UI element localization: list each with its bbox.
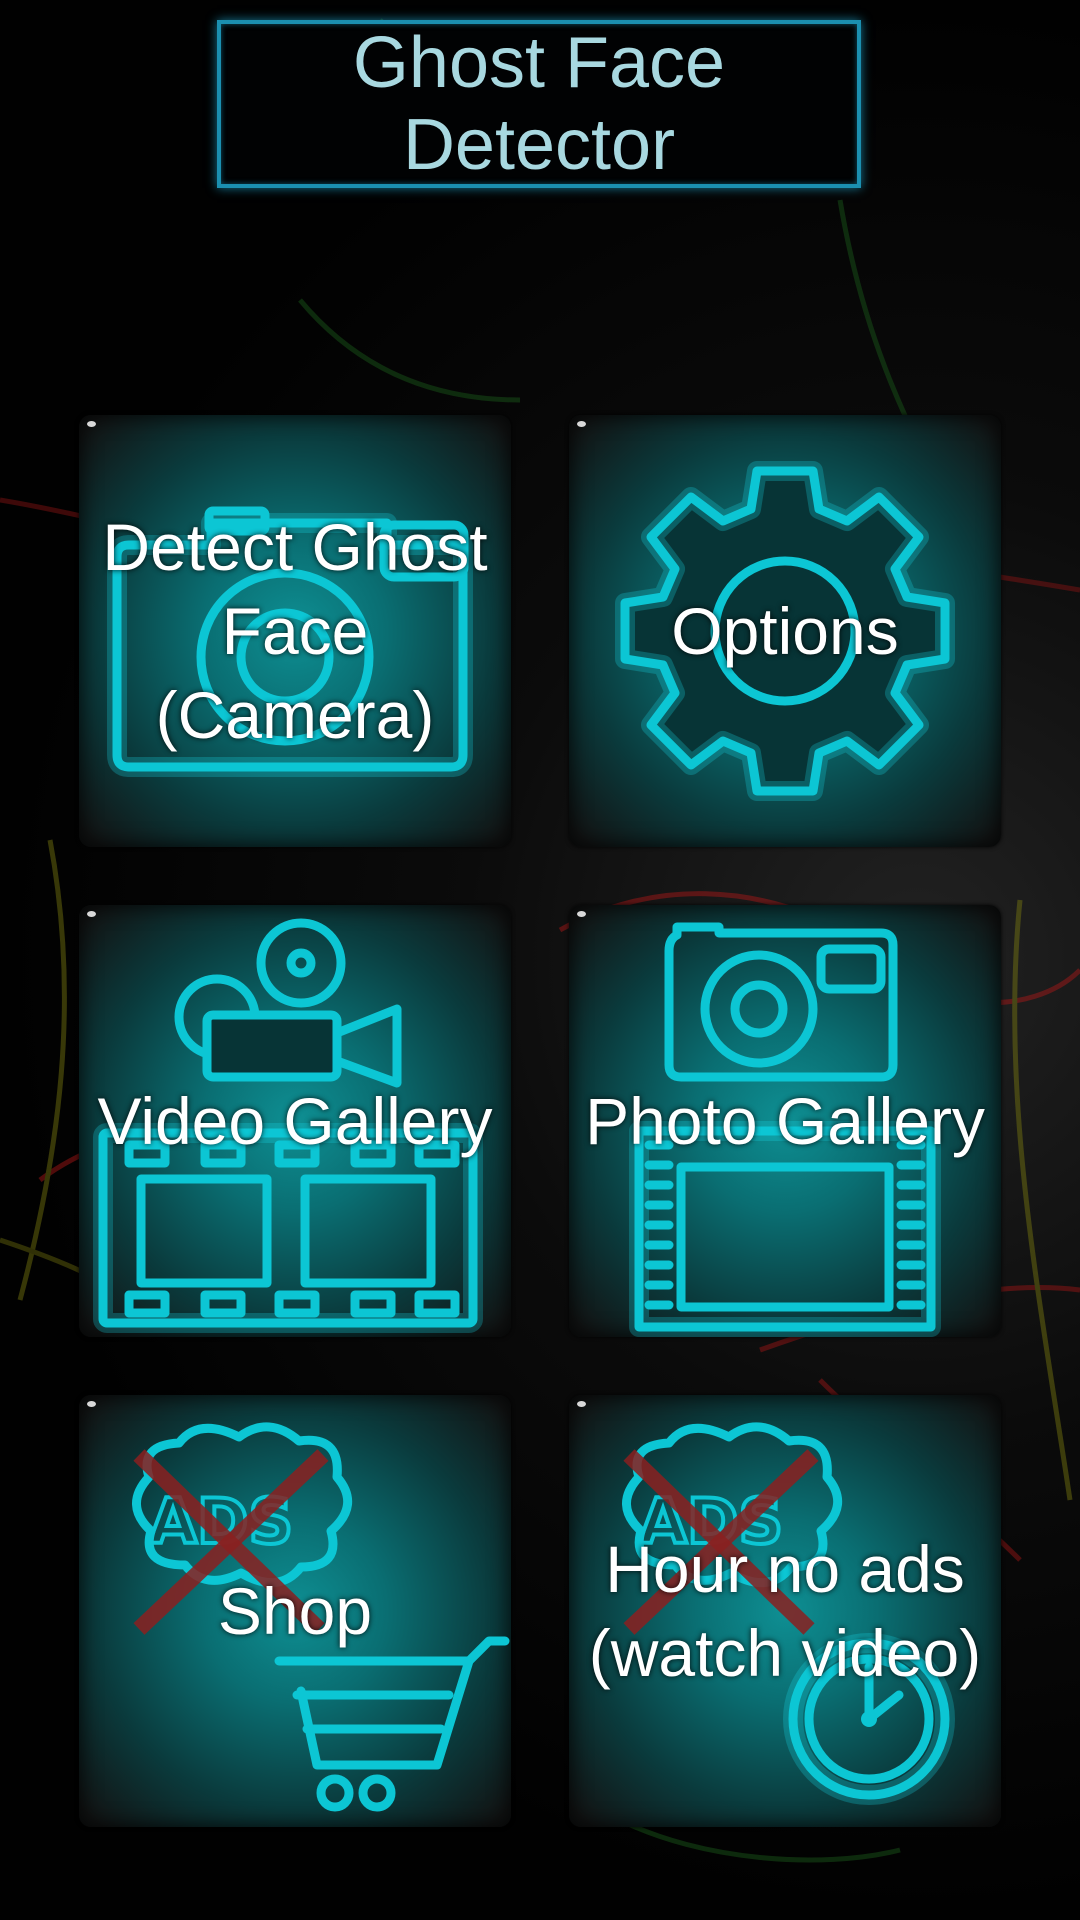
app-title: Ghost Face Detector — [217, 20, 861, 188]
no-ads-video-button[interactable]: ADS Hour no ads (watch video) — [569, 1395, 1001, 1827]
main-menu-screen: Ghost Face Detector Detect Ghost Face (C… — [0, 0, 1080, 1920]
photo-gallery-button[interactable]: Photo Gallery — [569, 905, 1001, 1337]
photo-gallery-label: Photo Gallery — [585, 1084, 985, 1158]
video-gallery-label: Video Gallery — [97, 1084, 493, 1158]
detect-camera-label: Detect Ghost Face (Camera) — [102, 510, 488, 752]
app-title-text: Ghost Face Detector — [352, 23, 726, 185]
shop-button[interactable]: ADS Shop — [79, 1395, 511, 1827]
options-button[interactable]: Options — [569, 415, 1001, 847]
detect-camera-button[interactable]: Detect Ghost Face (Camera) — [79, 415, 511, 847]
no-ads-label: Hour no ads (watch video) — [588, 1532, 982, 1690]
shop-label: Shop — [217, 1574, 373, 1648]
video-gallery-button[interactable]: Video Gallery — [79, 905, 511, 1337]
options-label: Options — [671, 594, 899, 668]
